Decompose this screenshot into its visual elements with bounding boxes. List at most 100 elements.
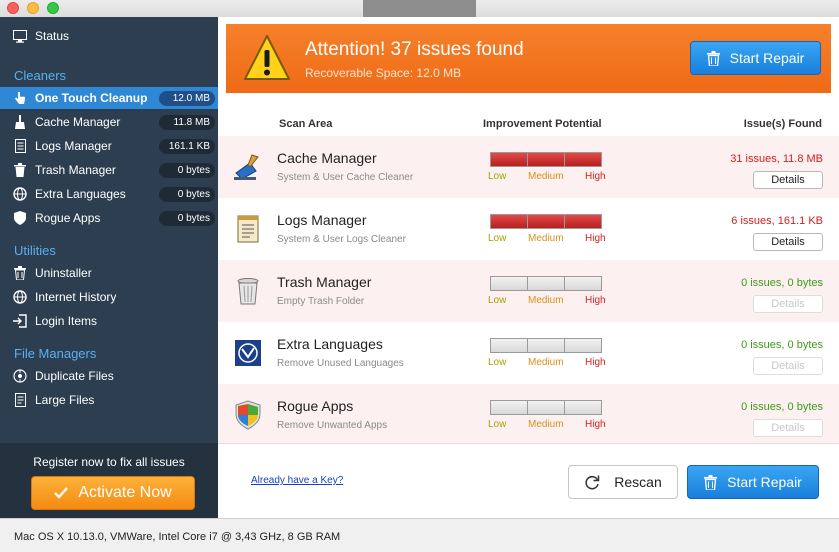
sidebar-item-label: Large Files [35,393,95,407]
warning-icon [243,33,291,86]
improvement-bar [490,338,602,353]
sidebar-item-uninstaller[interactable]: Uninstaller [0,262,218,284]
sidebar-item-cache-manager[interactable]: Cache Manager 11.8 MB [0,111,218,133]
zoom-window-button[interactable] [47,2,59,14]
scan-item-name: Cache Manager [277,150,377,166]
issues-found: 0 issues, 0 bytes [741,401,823,413]
start-repair-label: Start Repair [727,474,802,490]
sidebar-item-internet-history[interactable]: Internet History [0,286,218,308]
scale-low-label: Low [488,171,507,182]
sidebar-item-label: Duplicate Files [35,369,114,383]
broom-icon [13,115,27,129]
scan-row-cache-manager: Cache Manager System & User Cache Cleane… [218,136,839,198]
size-badge: 12.0 MB [159,90,215,106]
improvement-bar [490,400,602,415]
scale-medium-label: Medium [528,295,564,306]
improvement-bar [490,152,602,167]
trash-icon [704,474,718,490]
scan-row-logs-manager: Logs Manager System & User Logs Cleaner … [218,198,839,260]
sidebar-item-label: Internet History [35,290,117,304]
alert-banner: Attention! 37 issues found Recoverable S… [226,24,831,93]
sidebar-item-label: Cache Manager [35,115,121,129]
scan-item-description: System & User Cache Cleaner [277,172,414,183]
scale-high-label: High [585,357,606,368]
cache-icon [232,151,264,183]
rogue-shield-icon [232,399,264,431]
already-have-key-link[interactable]: Already have a Key? [251,475,343,486]
details-button[interactable]: Details [753,233,823,251]
details-button[interactable]: Details [753,419,823,437]
column-header-issues: Issue(s) Found [743,118,822,130]
shield-icon [13,211,27,225]
issues-title: Attention! 37 issues found [305,39,524,60]
main-footer: Already have a Key? Rescan Start Repair [218,443,839,518]
scale-high-label: High [585,295,606,306]
size-badge: 11.8 MB [159,114,215,130]
sidebar-item-duplicate-files[interactable]: Duplicate Files [0,365,218,387]
document-icon [13,139,27,153]
improvement-bar [490,276,602,291]
sidebar: Status Cleaners One Touch Cleanup 12.0 M… [0,17,218,518]
languages-icon [232,337,264,369]
scan-item-name: Rogue Apps [277,398,354,414]
title-tab [363,0,476,17]
sidebar-item-status[interactable]: Status [0,25,218,47]
scale-high-label: High [585,171,606,182]
trash-icon [706,50,720,66]
section-header-cleaners: Cleaners [14,68,67,83]
sidebar-item-label: One Touch Cleanup [35,91,148,105]
sidebar-item-label: Extra Languages [35,187,126,201]
sidebar-item-login-items[interactable]: Login Items [0,310,218,332]
scan-item-description: Remove Unused Languages [277,358,404,369]
scale-medium-label: Medium [528,419,564,430]
scan-item-name: Extra Languages [277,336,383,352]
scan-row-trash-manager: Trash Manager Empty Trash Folder Low Med… [218,260,839,322]
trash-icon [13,266,27,280]
sidebar-item-trash-manager[interactable]: Trash Manager 0 bytes [0,159,218,181]
scan-item-name: Logs Manager [277,212,367,228]
activate-now-label: Activate Now [78,484,172,501]
scale-medium-label: Medium [528,357,564,368]
main-panel: Attention! 37 issues found Recoverable S… [218,17,839,518]
globe-icon [13,290,27,304]
scan-row-extra-languages: Extra Languages Remove Unused Languages … [218,322,839,384]
duplicate-icon [13,369,27,383]
sidebar-item-large-files[interactable]: Large Files [0,389,218,411]
close-window-button[interactable] [7,2,19,14]
scale-low-label: Low [488,419,507,430]
scale-low-label: Low [488,233,507,244]
scan-item-description: Empty Trash Folder [277,296,365,307]
sidebar-item-label: Trash Manager [35,163,116,177]
sidebar-item-label: Login Items [35,314,98,328]
details-button[interactable]: Details [753,171,823,189]
trash-icon [13,163,27,177]
rescan-button[interactable]: Rescan [568,465,678,499]
login-icon [13,314,27,328]
checkmark-icon [54,487,69,499]
issues-found: 6 issues, 161.1 KB [731,215,823,227]
column-header-improvement: Improvement Potential [483,118,602,130]
scale-medium-label: Medium [528,171,564,182]
scale-low-label: Low [488,295,507,306]
sidebar-item-logs-manager[interactable]: Logs Manager 161.1 KB [0,135,218,157]
sidebar-item-label: Uninstaller [35,266,92,280]
minimize-window-button[interactable] [27,2,39,14]
logs-icon [232,213,264,245]
sidebar-item-rogue-apps[interactable]: Rogue Apps 0 bytes [0,207,218,229]
globe-icon [13,187,27,201]
start-repair-button-top[interactable]: Start Repair [690,41,821,75]
sidebar-item-extra-languages[interactable]: Extra Languages 0 bytes [0,183,218,205]
scale-medium-label: Medium [528,233,564,244]
rescan-label: Rescan [614,474,662,490]
details-button[interactable]: Details [753,357,823,375]
sidebar-item-one-touch-cleanup[interactable]: One Touch Cleanup 12.0 MB [0,87,218,109]
start-repair-button-bottom[interactable]: Start Repair [687,465,819,499]
scan-item-description: Remove Unwanted Apps [277,420,388,431]
sidebar-item-label: Rogue Apps [35,211,101,225]
details-button[interactable]: Details [753,295,823,313]
system-info-text: Mac OS X 10.13.0, VMWare, Intel Core i7 … [14,531,341,543]
activate-now-button[interactable]: Activate Now [31,476,195,510]
size-badge: 0 bytes [159,162,215,178]
start-repair-label: Start Repair [729,50,805,66]
scale-high-label: High [585,419,606,430]
